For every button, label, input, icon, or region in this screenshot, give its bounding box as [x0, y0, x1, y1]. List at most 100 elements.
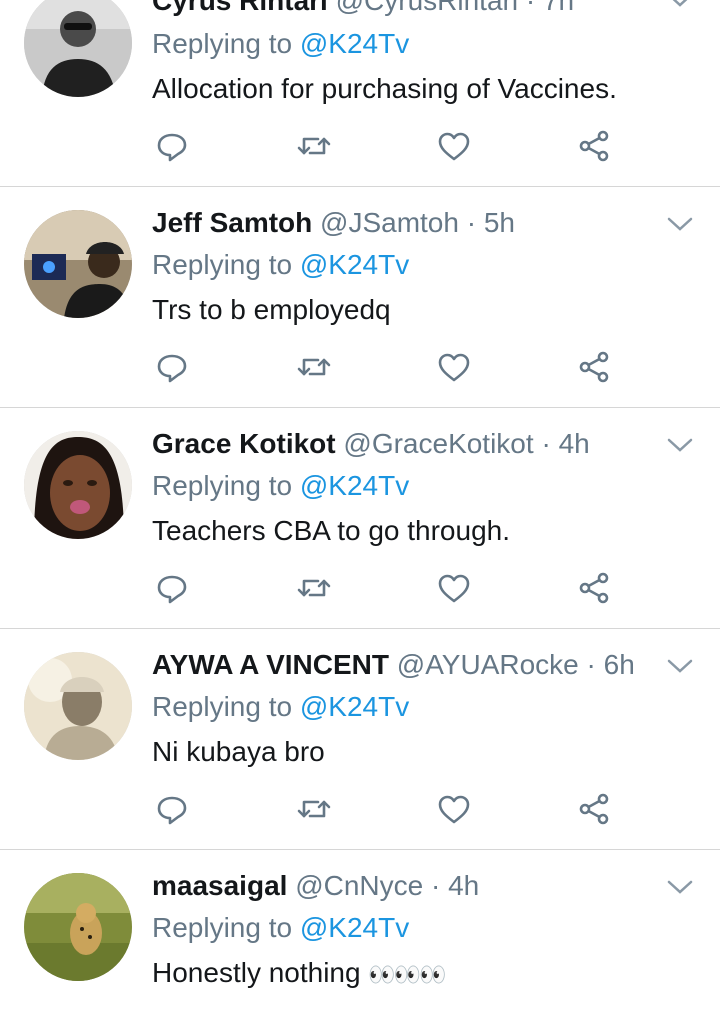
mention-link[interactable]: @K24Tv — [300, 691, 409, 722]
avatar[interactable] — [24, 431, 132, 539]
like-button[interactable] — [434, 126, 474, 166]
tweet-actions — [152, 568, 632, 608]
replying-to: Replying to @K24Tv — [152, 469, 409, 503]
share-icon — [579, 572, 609, 604]
replying-to-prefix: Replying to — [152, 249, 293, 280]
retweet-button[interactable] — [294, 347, 334, 387]
replying-to: Replying to @K24Tv — [152, 27, 409, 61]
retweet-icon — [297, 137, 331, 155]
mention-link[interactable]: @K24Tv — [300, 470, 409, 501]
replying-to-prefix: Replying to — [152, 912, 293, 943]
reply-button[interactable] — [152, 789, 192, 829]
reply-icon — [157, 354, 187, 383]
retweet-button[interactable] — [294, 568, 334, 608]
divider — [0, 186, 720, 187]
chevron-down-icon[interactable] — [666, 435, 694, 455]
avatar-image — [24, 210, 132, 318]
avatar[interactable] — [24, 873, 132, 981]
tweet-header: Cyrus Rintari @CyrusRintari · 7h — [152, 0, 660, 18]
divider — [0, 407, 720, 408]
reply-icon — [157, 796, 187, 825]
like-icon — [438, 132, 470, 161]
timestamp[interactable]: 5h — [484, 207, 515, 238]
handle[interactable]: @GraceKotikot — [343, 428, 533, 459]
tweet-actions — [152, 789, 632, 829]
like-icon — [438, 353, 470, 382]
tweet-text: Trs to b employedq — [152, 293, 700, 327]
eyes-emoji: 👀👀👀 — [368, 962, 446, 987]
share-icon — [579, 793, 609, 825]
chevron-down-icon[interactable] — [666, 0, 694, 10]
display-name[interactable]: AYWA A VINCENT — [152, 649, 389, 680]
replying-to: Replying to @K24Tv — [152, 248, 409, 282]
handle[interactable]: @AYUARocke — [397, 649, 579, 680]
share-button[interactable] — [574, 126, 614, 166]
separator: · — [431, 870, 441, 901]
chevron-down-icon[interactable] — [666, 656, 694, 676]
mention-link[interactable]: @K24Tv — [300, 912, 409, 943]
separator: · — [466, 207, 477, 238]
avatar-image — [24, 431, 132, 539]
share-icon — [579, 130, 609, 162]
reply-button[interactable] — [152, 347, 192, 387]
tweet-text-content: Allocation for purchasing of Vaccines. — [152, 73, 617, 104]
timestamp[interactable]: 4h — [448, 870, 479, 901]
separator: · — [586, 649, 596, 680]
display-name[interactable]: Grace Kotikot — [152, 428, 336, 459]
mention-link[interactable]: @K24Tv — [300, 249, 409, 280]
display-name[interactable]: Jeff Samtoh — [152, 207, 312, 238]
like-icon — [438, 574, 470, 603]
retweet-icon — [297, 579, 331, 597]
share-button[interactable] — [574, 568, 614, 608]
avatar[interactable] — [24, 210, 132, 318]
reply-icon — [157, 575, 187, 604]
retweet-icon — [297, 358, 331, 376]
timestamp[interactable]: 4h — [559, 428, 590, 459]
replying-to: Replying to @K24Tv — [152, 690, 409, 724]
retweet-button[interactable] — [294, 789, 334, 829]
avatar[interactable] — [24, 652, 132, 760]
tweet-text: Ni kubaya bro — [152, 735, 700, 769]
tweet-header: Grace Kotikot @GraceKotikot · 4h — [152, 427, 660, 461]
tweet-actions — [152, 126, 632, 166]
share-button[interactable] — [574, 347, 614, 387]
replying-to-prefix: Replying to — [152, 691, 293, 722]
retweet-icon — [297, 800, 331, 818]
divider — [0, 628, 720, 629]
tweet-header: AYWA A VINCENT @AYUARocke · 6h — [152, 648, 660, 682]
like-button[interactable] — [434, 789, 474, 829]
timestamp[interactable]: 7h — [543, 0, 574, 16]
replying-to-prefix: Replying to — [152, 470, 293, 501]
retweet-button[interactable] — [294, 126, 334, 166]
tweet-text-content: Teachers CBA to go through. — [152, 515, 510, 546]
avatar-image — [24, 873, 132, 981]
reply-button[interactable] — [152, 126, 192, 166]
tweet-header: Jeff Samtoh @JSamtoh · 5h — [152, 206, 660, 240]
mention-link[interactable]: @K24Tv — [300, 28, 409, 59]
tweet-text: Honestly nothing 👀👀👀 — [152, 956, 700, 992]
tweet-text-content: Ni kubaya bro — [152, 736, 325, 767]
handle[interactable]: @CnNyce — [295, 870, 423, 901]
display-name[interactable]: Cyrus Rintari — [152, 0, 328, 16]
divider — [0, 849, 720, 850]
tweet-text-content: Trs to b employedq — [152, 294, 391, 325]
like-button[interactable] — [434, 347, 474, 387]
tweet-text: Allocation for purchasing of Vaccines. — [152, 72, 700, 106]
display-name[interactable]: maasaigal — [152, 870, 287, 901]
avatar-image — [24, 652, 132, 760]
reply-button[interactable] — [152, 568, 192, 608]
separator: · — [541, 428, 551, 459]
tweet-text: Teachers CBA to go through. — [152, 514, 700, 548]
chevron-down-icon[interactable] — [666, 877, 694, 897]
like-icon — [438, 795, 470, 824]
chevron-down-icon[interactable] — [666, 214, 694, 234]
share-button[interactable] — [574, 789, 614, 829]
tweet-header: maasaigal @CnNyce · 4h — [152, 869, 660, 903]
like-button[interactable] — [434, 568, 474, 608]
separator: · — [525, 0, 536, 16]
tweet-actions — [152, 347, 632, 387]
handle[interactable]: @CyrusRintari — [336, 0, 518, 16]
timestamp[interactable]: 6h — [604, 649, 635, 680]
handle[interactable]: @JSamtoh — [320, 207, 459, 238]
tweet-text-content: Honestly nothing — [152, 957, 361, 988]
